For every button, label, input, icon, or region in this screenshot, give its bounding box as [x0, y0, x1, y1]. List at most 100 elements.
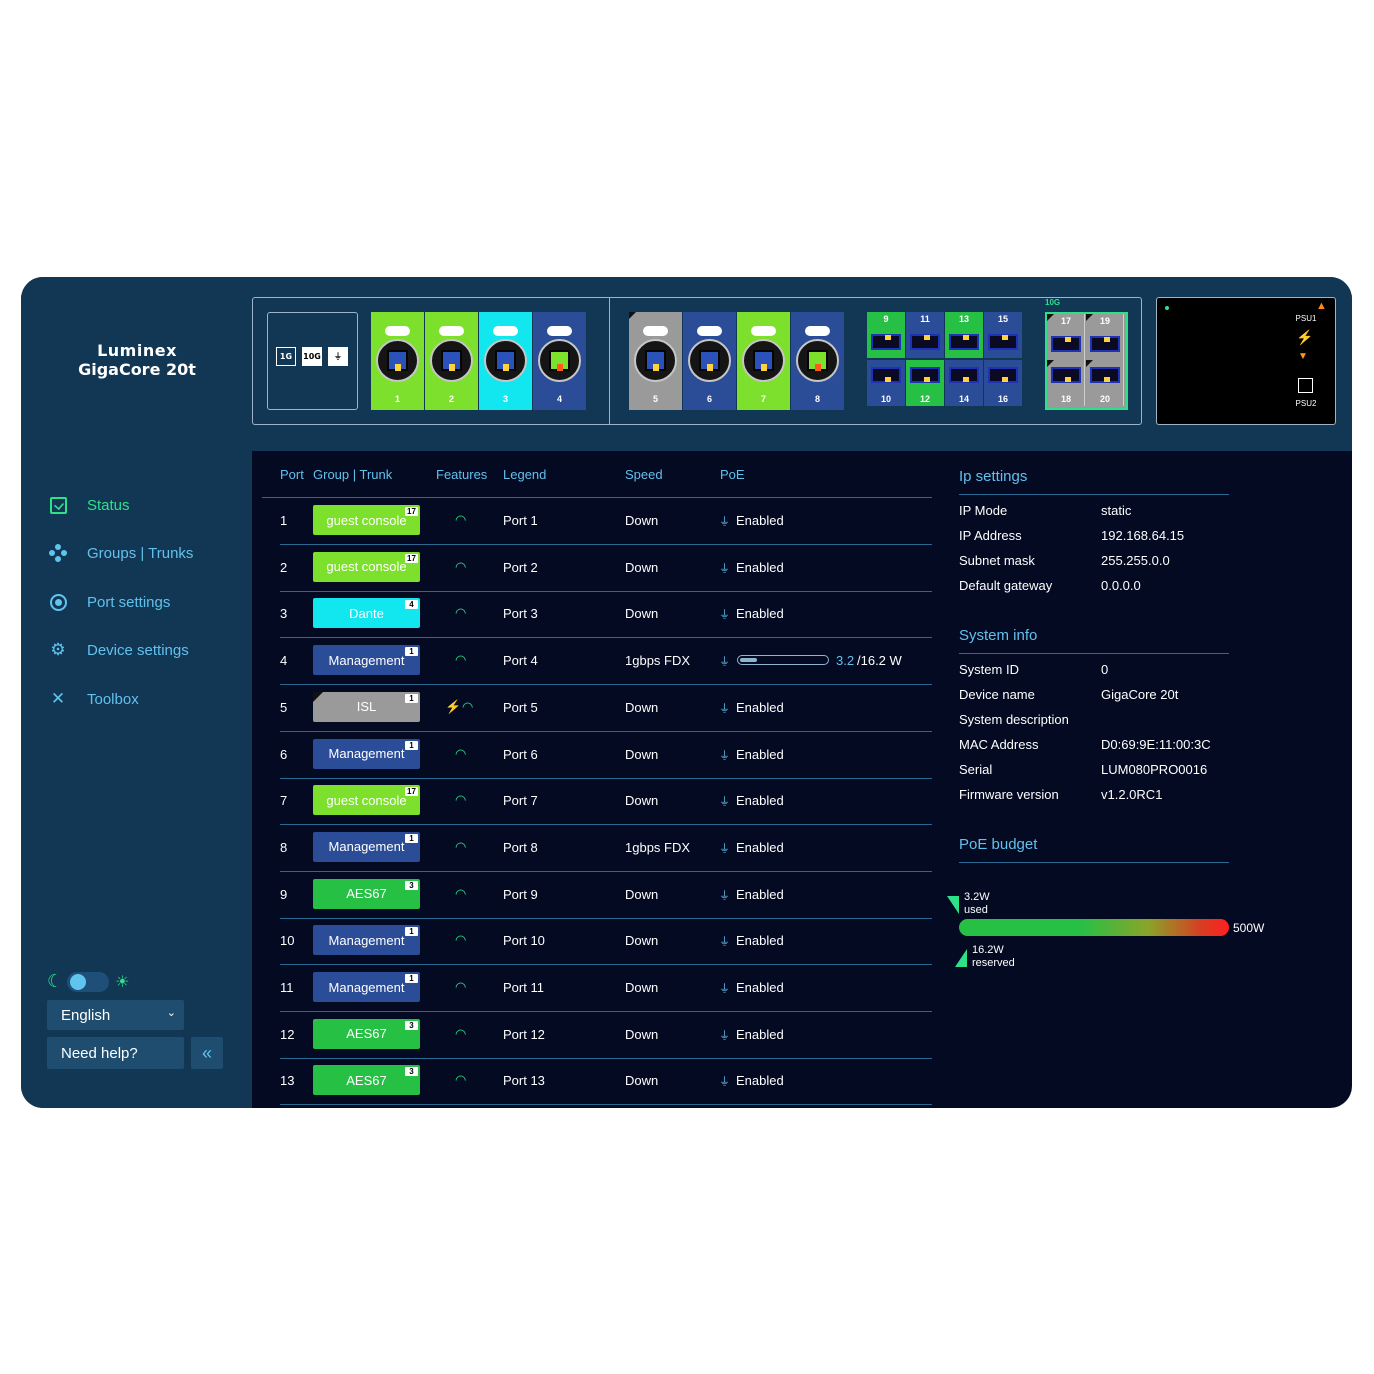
language-select[interactable]: English ⌄	[47, 1000, 184, 1030]
collapse-sidebar-icon[interactable]: «	[191, 1037, 223, 1069]
port-number: 8	[814, 394, 820, 404]
table-row[interactable]: 8 Management 1 ◠ Port 8 1gbps FDX ⏚ Enabled	[280, 825, 932, 872]
ethernet-port-6[interactable]: 6	[683, 312, 736, 410]
poe-status: Enabled	[736, 839, 784, 855]
group-badge[interactable]: Management 1	[313, 925, 420, 956]
group-badge[interactable]: guest console 17	[313, 785, 420, 816]
col-header-speed[interactable]: Speed	[625, 467, 663, 482]
group-count-badge: 1	[405, 740, 418, 750]
plug-icon: ⏚	[719, 562, 730, 575]
nav-port-settings[interactable]: Port settings	[45, 592, 170, 612]
speed-cell: 1gbps FDX	[625, 839, 691, 855]
poe-cell: ⏚ Enabled	[719, 700, 784, 716]
nav-status[interactable]: Status	[45, 495, 130, 515]
sfp-port-13[interactable]: 13	[945, 312, 983, 358]
sfp-port-15[interactable]: 15	[984, 312, 1022, 358]
ethernet-port-8[interactable]: 8	[791, 312, 844, 410]
1g-mode-icon[interactable]: 1G	[276, 347, 296, 366]
10g-mode-icon[interactable]: 10G	[302, 347, 322, 366]
col-header-poe[interactable]: PoE	[720, 467, 745, 482]
group-badge[interactable]: AES67 3	[313, 1018, 420, 1049]
psu2-empty-icon	[1298, 378, 1313, 393]
group-label: Dante	[349, 605, 384, 621]
speedometer-icon: ◠	[455, 885, 467, 901]
nav-toolbox[interactable]: ✕ Toolbox	[45, 689, 139, 709]
nav-device-settings[interactable]: ⚙ Device settings	[45, 640, 188, 660]
ip-settings-label: Subnet mask	[959, 553, 1035, 568]
group-badge[interactable]: Dante 4	[313, 598, 420, 629]
table-row[interactable]: 9 AES67 3 ◠ Port 9 Down ⏚ Enabled	[280, 872, 932, 919]
ethernet-port-3[interactable]: 3	[479, 312, 532, 410]
sfp-port-16[interactable]: 16	[984, 360, 1022, 406]
port-number: 17	[1060, 316, 1071, 326]
ethernet-port-7[interactable]: 7	[737, 312, 790, 410]
group-badge[interactable]: Management 1	[313, 738, 420, 769]
group-label: guest console	[326, 559, 407, 575]
group-badge[interactable]: Management 1	[313, 831, 420, 862]
speed-cell: 1gbps FDX	[625, 653, 691, 669]
device-front-panel: 1G 10G ⏚ 10G 1 2 3 4 5 6 7 8 9 10 11 12 13 14 15 16 17 18…	[252, 297, 1142, 425]
group-badge[interactable]: ISL 1	[313, 691, 420, 722]
group-badge[interactable]: guest console 17	[313, 505, 420, 535]
ethernet-port-2[interactable]: 2	[425, 312, 478, 410]
col-header-group[interactable]: Group | Trunk	[313, 467, 392, 482]
port-number: 19	[1099, 316, 1110, 326]
table-row[interactable]: 12 AES67 3 ◠ Port 12 Down ⏚ Enabled	[280, 1012, 932, 1059]
group-badge[interactable]: AES67 3	[313, 878, 420, 909]
theme-toggle[interactable]	[67, 971, 110, 992]
table-row[interactable]: 5 ISL 1 ⚡ ◠ Port 5 Down ⏚ Enabled	[280, 685, 932, 732]
poe-cell: ⏚ Enabled	[719, 1027, 784, 1043]
warning-icon[interactable]: ▲	[1316, 300, 1327, 312]
port-number: 1	[394, 394, 400, 404]
speedometer-icon: ◠	[455, 512, 467, 527]
sfp10g-port-17[interactable]: 17	[1047, 314, 1085, 360]
table-row[interactable]: 11 Management 1 ◠ Port 11 Down ⏚ Enabled	[280, 965, 932, 1012]
help-button[interactable]: Need help?	[47, 1037, 184, 1069]
poe-budget-divider	[959, 862, 1229, 863]
poe-mode-icon[interactable]: ⏚	[328, 347, 348, 366]
sfp-port-12[interactable]: 12	[906, 360, 944, 406]
ethernet-port-4[interactable]: 4	[533, 312, 586, 410]
sfp-port-9[interactable]: 9	[867, 312, 905, 358]
port-number: 7	[760, 394, 766, 404]
group-badge[interactable]: AES67 3	[313, 1065, 420, 1096]
group-badge[interactable]: Management 1	[313, 645, 420, 676]
table-row[interactable]: 10 Management 1 ◠ Port 10 Down ⏚ Enabled	[280, 918, 932, 966]
col-header-port[interactable]: Port	[280, 467, 304, 482]
table-row[interactable]: 3 Dante 4 ◠ Port 3 Down ⏚ Enabled	[280, 591, 932, 639]
group-badge[interactable]: Management 1	[313, 972, 420, 1002]
group-badge[interactable]: guest console 17	[313, 551, 420, 582]
sfp-port-11[interactable]: 11	[906, 312, 944, 358]
table-row[interactable]: 1 guest console 17 ◠ Port 1 Down ⏚ Enabled	[280, 498, 932, 545]
sfp-port-14[interactable]: 14	[945, 360, 983, 406]
table-row[interactable]: 13 AES67 3 ◠ Port 13 Down ⏚ Enabled	[280, 1058, 932, 1106]
ip-settings-label: IP Mode	[959, 503, 1008, 518]
nav-groups-label: Groups | Trunks	[87, 544, 194, 562]
legend-cell: Port 6	[503, 746, 538, 762]
table-row[interactable]: 6 Management 1 ◠ Port 6 Down ⏚ Enabled	[280, 732, 932, 779]
ethernet-port-1[interactable]: 1	[371, 312, 424, 410]
col-header-features[interactable]: Features	[436, 467, 487, 482]
system-info-label: Device name	[959, 687, 1035, 702]
speed-cell: Down	[625, 699, 659, 715]
sfp10g-port-20[interactable]: 20	[1086, 360, 1124, 406]
col-header-legend[interactable]: Legend	[503, 467, 546, 482]
speed-cell: Down	[625, 980, 659, 995]
poe-status: Enabled	[736, 559, 784, 575]
speed-cell: Down	[625, 746, 659, 762]
table-row[interactable]: 7 guest console 17 ◠ Port 7 Down ⏚ Enabled	[280, 778, 932, 826]
plug-icon: ⏚	[719, 796, 730, 809]
system-info-value: D0:69:9E:11:00:3C	[1101, 737, 1211, 752]
legend-cell: Port 10	[503, 933, 545, 949]
sfp-port-10[interactable]: 10	[867, 360, 905, 406]
sfp10g-port-19[interactable]: 19	[1086, 314, 1124, 360]
port-cell: 4	[280, 653, 288, 669]
table-row[interactable]: 4 Management 1 ◠ Port 4 1gbps FDX ⏚ 3.2/16.2 W	[280, 638, 932, 686]
nav-groups-trunks[interactable]: Groups | Trunks	[45, 543, 193, 563]
sfp10g-port-18[interactable]: 18	[1047, 360, 1085, 406]
nav-toolbox-label: Toolbox	[87, 690, 139, 708]
poe-status: Enabled	[736, 513, 784, 528]
speed-cell: Down	[625, 606, 659, 622]
table-row[interactable]: 2 guest console 17 ◠ Port 2 Down ⏚ Enabled	[280, 545, 932, 592]
ethernet-port-5[interactable]: 5	[629, 312, 682, 410]
